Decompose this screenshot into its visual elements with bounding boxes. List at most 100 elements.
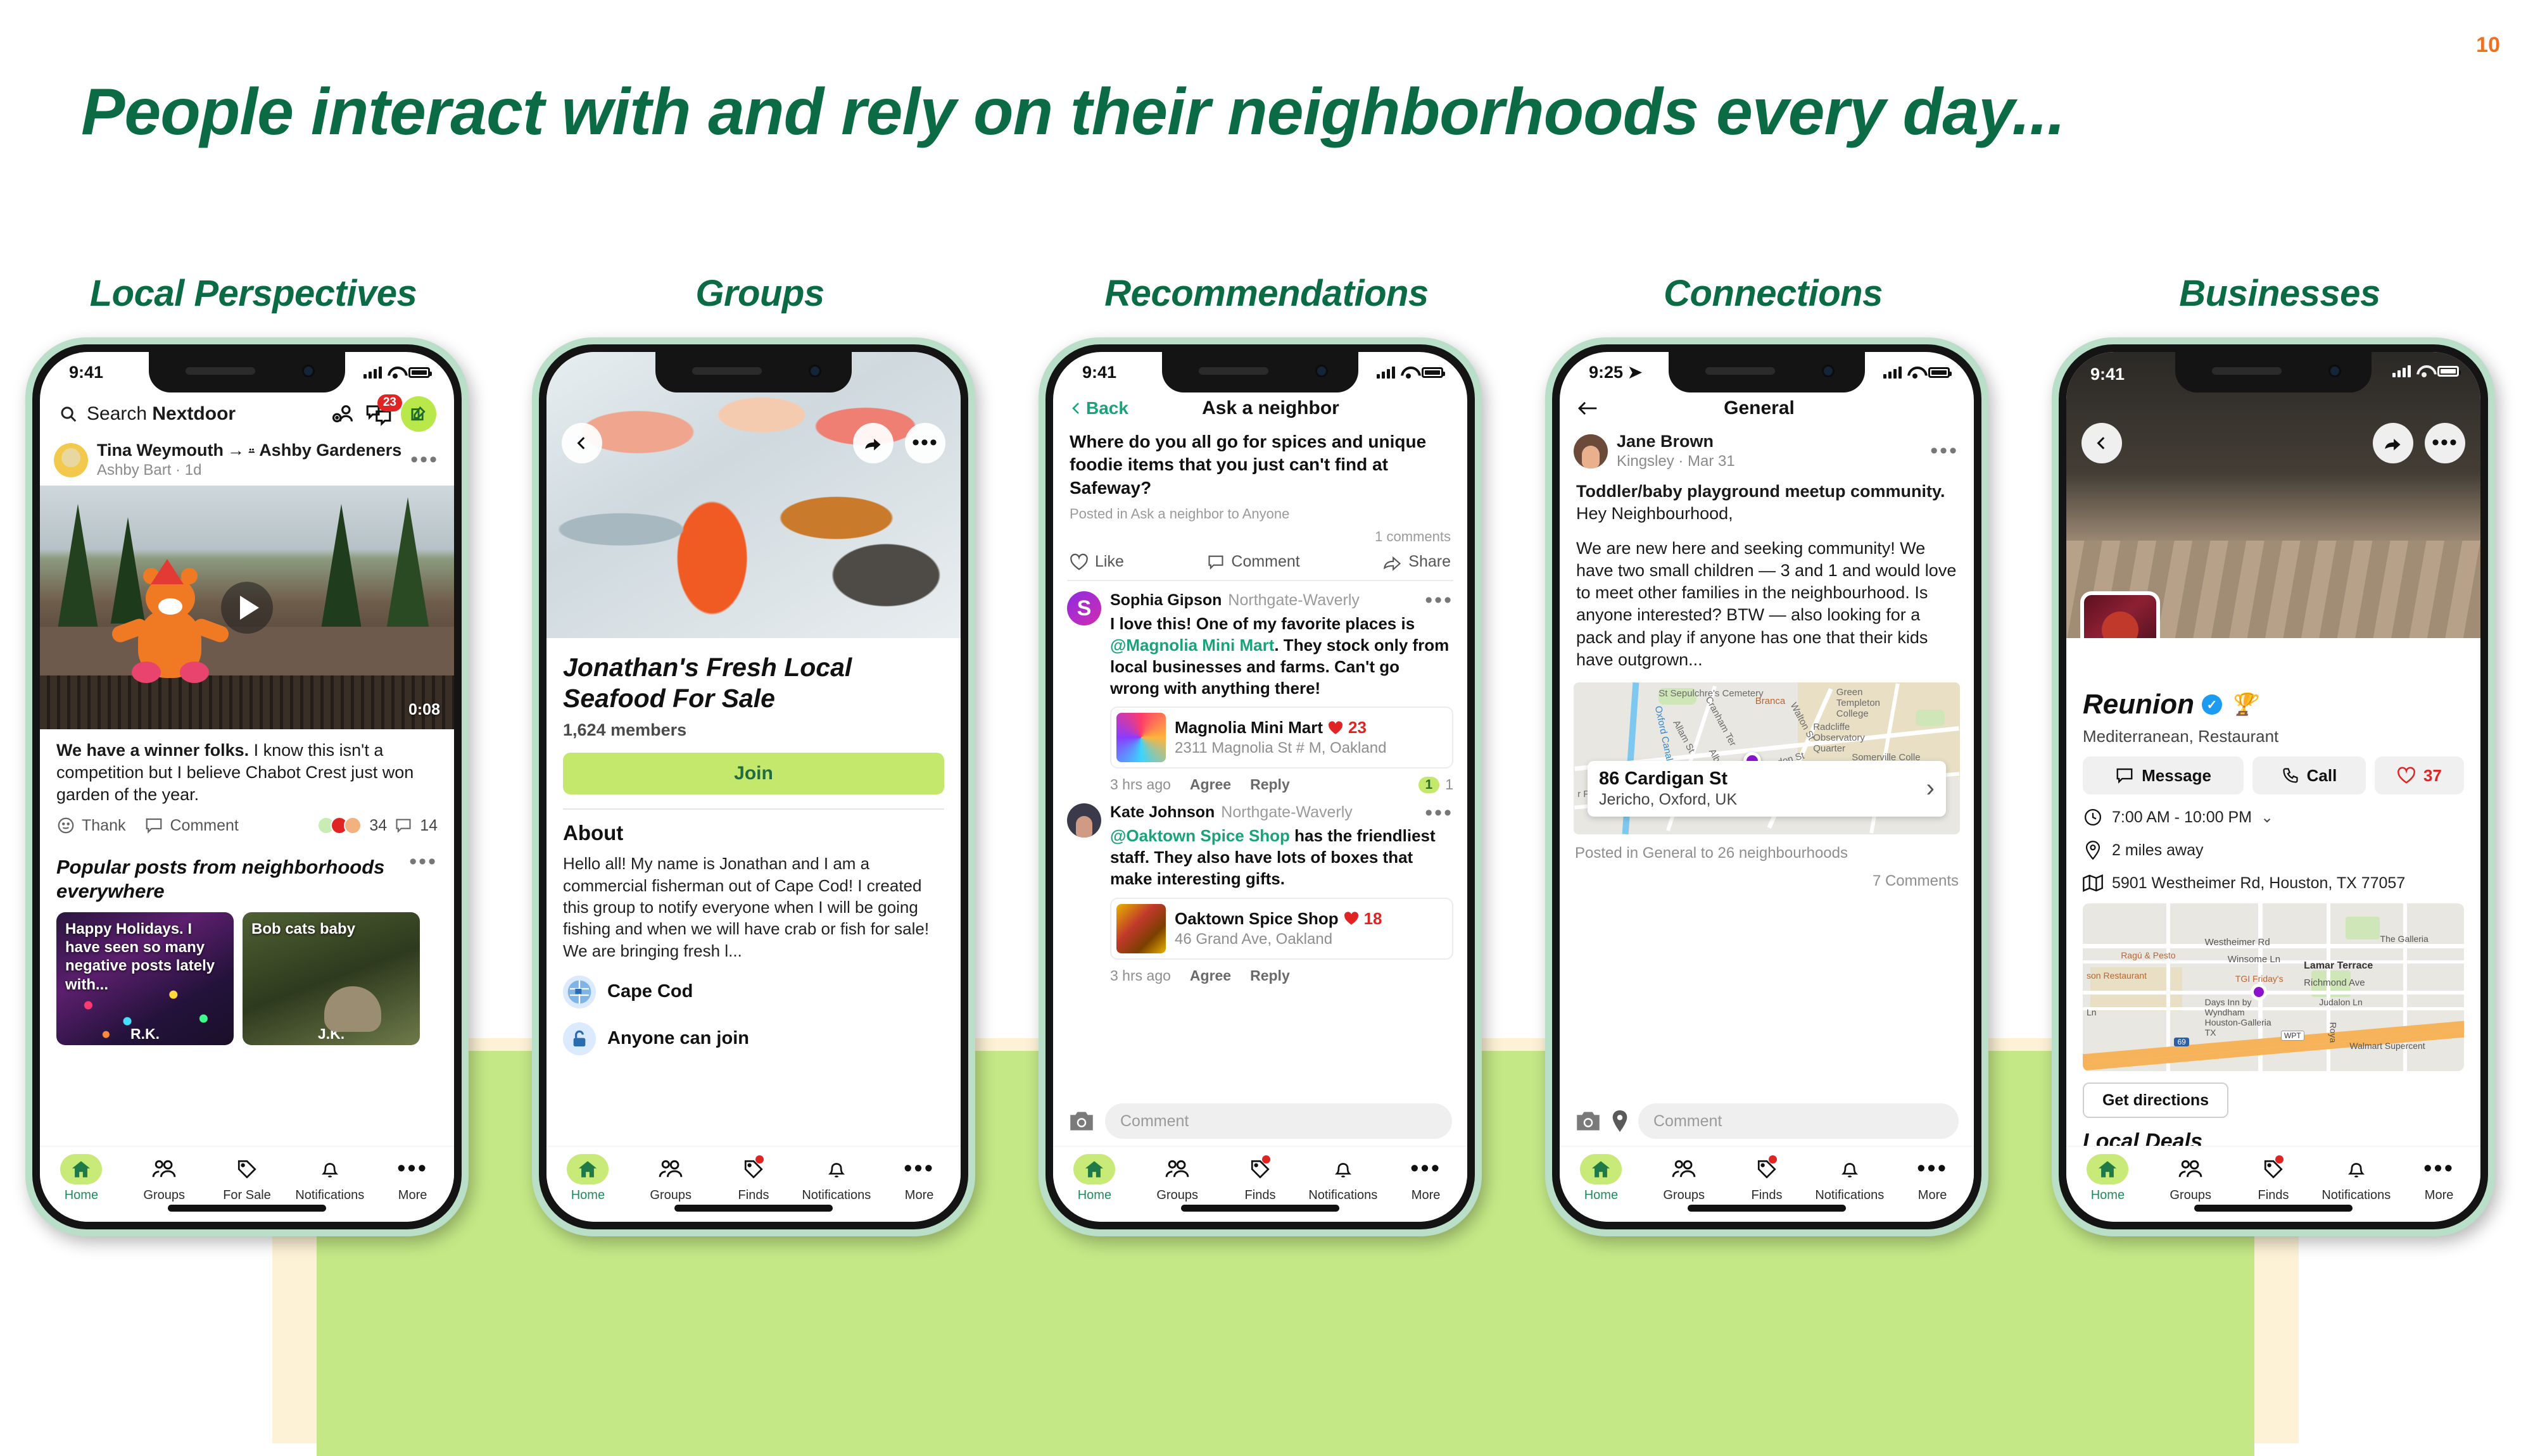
share-button[interactable]: Share xyxy=(1383,553,1451,571)
group-privacy-row[interactable]: Anyone can join xyxy=(546,1008,961,1055)
tab-groups[interactable]: Groups xyxy=(2149,1153,2232,1203)
business-thumbnail xyxy=(1116,903,1166,953)
message-button[interactable]: Message xyxy=(2083,756,2244,794)
home-icon xyxy=(1592,1161,1610,1177)
column-businesses: Businesses 9:41 ••• Reunion ✓ 🏆 Mediterr… xyxy=(2026,272,2533,1348)
tab-more[interactable]: ••• More xyxy=(1891,1153,1974,1203)
comment-button[interactable]: Comment xyxy=(144,817,239,835)
post-group[interactable]: Ashby Gardeners xyxy=(259,441,401,460)
business-hours-row[interactable]: 7:00 AM - 10:00 PM ⌄ xyxy=(2066,794,2480,827)
map-address-card[interactable]: 86 Cardigan St Jericho, Oxford, UK › xyxy=(1588,760,1946,817)
camera-icon[interactable] xyxy=(1068,1110,1095,1133)
tab-notifications[interactable]: Notifications xyxy=(1808,1153,1891,1203)
more-button[interactable]: ••• xyxy=(905,423,945,463)
share-button[interactable] xyxy=(2373,423,2413,463)
camera-icon[interactable] xyxy=(1575,1110,1601,1133)
business-address-row[interactable]: 5901 Westheimer Rd, Houston, TX 77057 xyxy=(2066,860,2480,893)
about-heading: About xyxy=(563,821,624,845)
tab-notifications[interactable]: Notifications xyxy=(288,1153,371,1203)
popular-posts-carousel[interactable]: Happy Holidays. I have seen so many nega… xyxy=(40,912,454,1045)
tab-groups[interactable]: Groups xyxy=(1643,1153,1726,1203)
tab-more[interactable]: ••• More xyxy=(1384,1153,1467,1203)
tab-finds[interactable]: Finds xyxy=(2232,1153,2315,1203)
page-title: Ask a neighbor xyxy=(1202,398,1339,418)
search-input[interactable]: Search Nextdoor xyxy=(59,403,322,425)
get-directions-button[interactable]: Get directions xyxy=(2083,1083,2228,1118)
tab-groups[interactable]: Groups xyxy=(629,1153,712,1203)
chevron-down-icon[interactable]: ⌄ xyxy=(2261,808,2273,827)
status-time-text: 9:25 xyxy=(1589,362,1624,382)
tab-more[interactable]: ••• More xyxy=(371,1153,454,1203)
tab-notifications[interactable]: Notifications xyxy=(1301,1153,1384,1203)
add-person-icon[interactable] xyxy=(331,401,357,427)
wifi-icon xyxy=(388,367,403,379)
phone-icon xyxy=(2283,768,2298,783)
list-item[interactable]: Happy Holidays. I have seen so many nega… xyxy=(56,912,234,1045)
tab-finds[interactable]: Finds xyxy=(1219,1153,1302,1203)
tab-home[interactable]: Home xyxy=(1560,1153,1643,1203)
business-cover-image: 9:41 ••• xyxy=(2066,352,2480,638)
messages-icon[interactable]: 23 xyxy=(365,394,402,426)
back-button[interactable] xyxy=(562,423,602,463)
column-heading-groups: Groups xyxy=(695,273,824,314)
comment-button[interactable]: Comment xyxy=(1207,553,1300,571)
post-more-icon[interactable]: ••• xyxy=(410,449,439,471)
tab-notifications[interactable]: Notifications xyxy=(795,1153,878,1203)
agree-button[interactable]: Agree xyxy=(1190,776,1231,793)
location-pin-icon xyxy=(2083,840,2103,860)
comment-more-icon[interactable]: ••• xyxy=(1425,801,1453,824)
share-button[interactable] xyxy=(853,423,894,463)
notification-dot xyxy=(755,1155,764,1164)
tab-more[interactable]: ••• More xyxy=(2397,1153,2480,1203)
phone-notch xyxy=(1162,352,1358,392)
status-time: 9:25 ➤ xyxy=(1589,363,1642,382)
tab-home[interactable]: Home xyxy=(1053,1153,1136,1203)
bell-icon xyxy=(321,1163,338,1177)
post-map[interactable]: St Sepulchre's Cemetery Branca Cranham T… xyxy=(1574,682,1960,834)
tab-home[interactable]: Home xyxy=(546,1153,629,1203)
business-card[interactable]: Oaktown Spice Shop 18 46 Grand Ave, Oakla… xyxy=(1110,897,1453,960)
tab-home[interactable]: Home xyxy=(40,1153,123,1203)
reply-button[interactable]: Reply xyxy=(1250,967,1290,984)
list-item[interactable]: Bob cats baby J.K. xyxy=(243,912,420,1045)
thank-button[interactable]: Thank xyxy=(56,816,125,835)
tab-finds[interactable]: Finds xyxy=(1726,1153,1809,1203)
comment-input[interactable]: Comment xyxy=(1638,1103,1959,1139)
tab-label: Home xyxy=(1077,1188,1112,1202)
comment-input[interactable]: Comment xyxy=(1105,1103,1452,1139)
post-video[interactable]: 0:08 xyxy=(40,486,454,729)
post-more-icon[interactable]: ••• xyxy=(1930,440,1959,462)
like-button[interactable]: 37 xyxy=(2374,756,2464,794)
business-mention-link[interactable]: @Oaktown Spice Shop xyxy=(1110,826,1290,845)
map-pin-icon[interactable] xyxy=(1612,1110,1628,1132)
tab-home[interactable]: Home xyxy=(2066,1153,2149,1203)
group-location-row[interactable]: Cape Cod xyxy=(546,962,961,1008)
business-map[interactable]: Westheimer Rd Winsome Ln Lamar Terrace R… xyxy=(2083,903,2464,1071)
more-button[interactable]: ••• xyxy=(2425,423,2465,463)
tab-notifications[interactable]: Notifications xyxy=(2315,1153,2397,1203)
business-card[interactable]: Magnolia Mini Mart 23 2311 Magnolia St # … xyxy=(1110,706,1453,769)
like-button[interactable]: Like xyxy=(1070,553,1124,571)
tab-groups[interactable]: Groups xyxy=(123,1153,206,1203)
map-label: Ln xyxy=(2087,1007,2097,1018)
column-groups: Groups ••• Jonathan's Fresh Local Seafoo… xyxy=(507,272,1013,1348)
cellular-signal-icon xyxy=(1377,366,1395,379)
tab-finds[interactable]: Finds xyxy=(712,1153,795,1203)
section-more-icon[interactable]: ••• xyxy=(409,851,438,873)
call-button[interactable]: Call xyxy=(2252,756,2366,794)
comment-more-icon[interactable]: ••• xyxy=(1425,589,1453,612)
back-button[interactable] xyxy=(2081,423,2122,463)
compose-button[interactable] xyxy=(401,396,436,432)
about-text: Hello all! My name is Jonathan and I am … xyxy=(563,854,930,960)
reaction-summary[interactable]: 34 14 xyxy=(317,817,438,835)
tab-label: For Sale xyxy=(223,1188,271,1202)
tab-groups[interactable]: Groups xyxy=(1136,1153,1219,1203)
join-button[interactable]: Join xyxy=(563,753,944,795)
reply-button[interactable]: Reply xyxy=(1250,776,1290,793)
play-button[interactable] xyxy=(221,581,273,634)
tab-for-sale[interactable]: For Sale xyxy=(206,1153,289,1203)
agree-button[interactable]: Agree xyxy=(1190,967,1231,984)
trophy-icon: 🏆 xyxy=(2229,693,2257,717)
business-mention-link[interactable]: @Magnolia Mini Mart xyxy=(1110,636,1274,655)
tab-more[interactable]: ••• More xyxy=(878,1153,961,1203)
